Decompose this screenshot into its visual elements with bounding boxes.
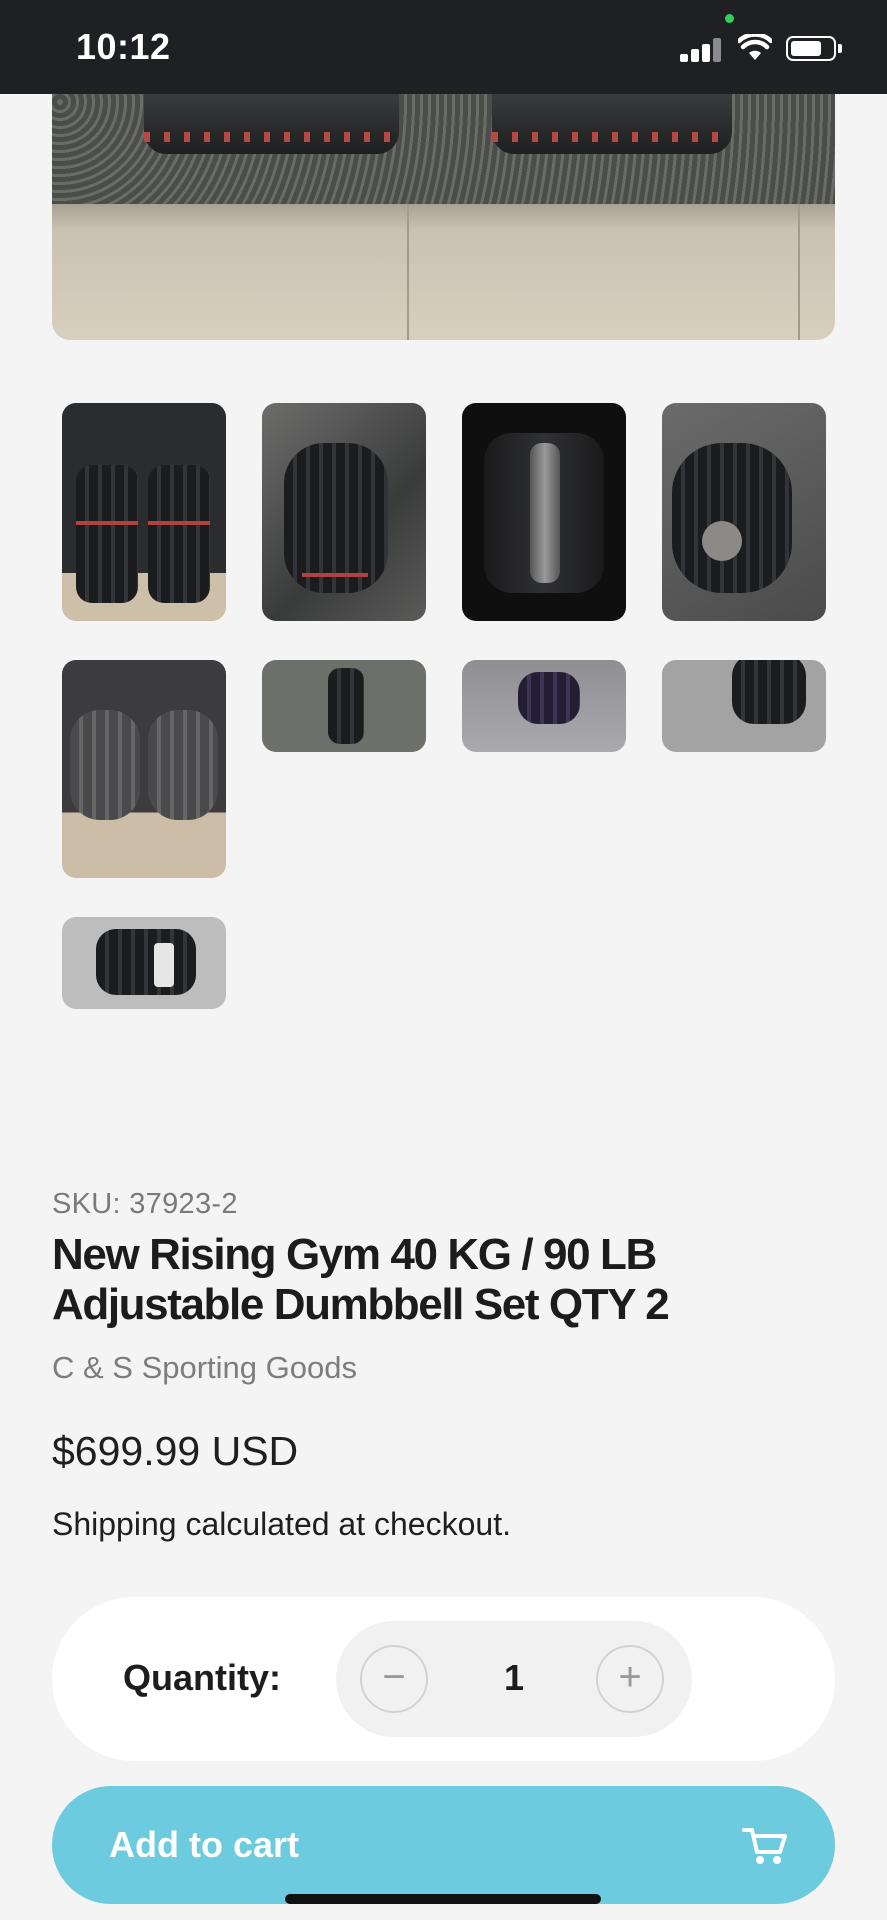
shipping-link[interactable]: Shipping xyxy=(52,1506,177,1542)
thumbnail-1[interactable] xyxy=(62,403,226,621)
status-bar: 10:12 xyxy=(0,0,887,94)
wifi-icon xyxy=(738,34,772,60)
quantity-value[interactable]: 1 xyxy=(476,1657,552,1699)
thumbnail-8[interactable] xyxy=(662,660,826,752)
main-product-image[interactable] xyxy=(52,94,835,340)
signal-icon xyxy=(680,38,724,62)
status-time: 10:12 xyxy=(76,26,171,67)
thumbnail-2[interactable] xyxy=(262,403,426,621)
add-to-cart-button[interactable]: Add to cart xyxy=(52,1786,835,1904)
add-to-cart-label: Add to cart xyxy=(109,1824,300,1865)
product-price: $699.99 USD xyxy=(52,1428,299,1474)
increase-quantity-button[interactable]: + xyxy=(596,1645,664,1713)
thumbnail-3[interactable] xyxy=(462,403,626,621)
home-indicator[interactable] xyxy=(285,1894,601,1904)
product-vendor[interactable]: C & S Sporting Goods xyxy=(52,1350,357,1386)
thumbnail-9[interactable] xyxy=(62,917,226,1009)
quantity-stepper: − 1 + xyxy=(336,1621,692,1737)
shipping-note: Shipping calculated at checkout. xyxy=(52,1506,511,1543)
decrease-quantity-button[interactable]: − xyxy=(360,1645,428,1713)
thumbnail-6[interactable] xyxy=(262,660,426,752)
thumbnail-7[interactable] xyxy=(462,660,626,752)
product-sku: SKU: 37923-2 xyxy=(52,1188,238,1220)
cart-icon xyxy=(742,1828,787,1864)
quantity-label: Quantity: xyxy=(123,1657,281,1698)
shipping-text: calculated at checkout. xyxy=(176,1506,511,1542)
battery-icon xyxy=(786,36,836,61)
thumbnail-4[interactable] xyxy=(662,403,826,621)
battery-cap xyxy=(838,44,842,53)
thumbnail-5[interactable] xyxy=(62,660,226,878)
privacy-indicator-icon xyxy=(725,14,734,23)
quantity-card: Quantity: − 1 + xyxy=(52,1597,835,1761)
product-title: New Rising Gym 40 KG / 90 LB Adjustable … xyxy=(52,1230,670,1329)
